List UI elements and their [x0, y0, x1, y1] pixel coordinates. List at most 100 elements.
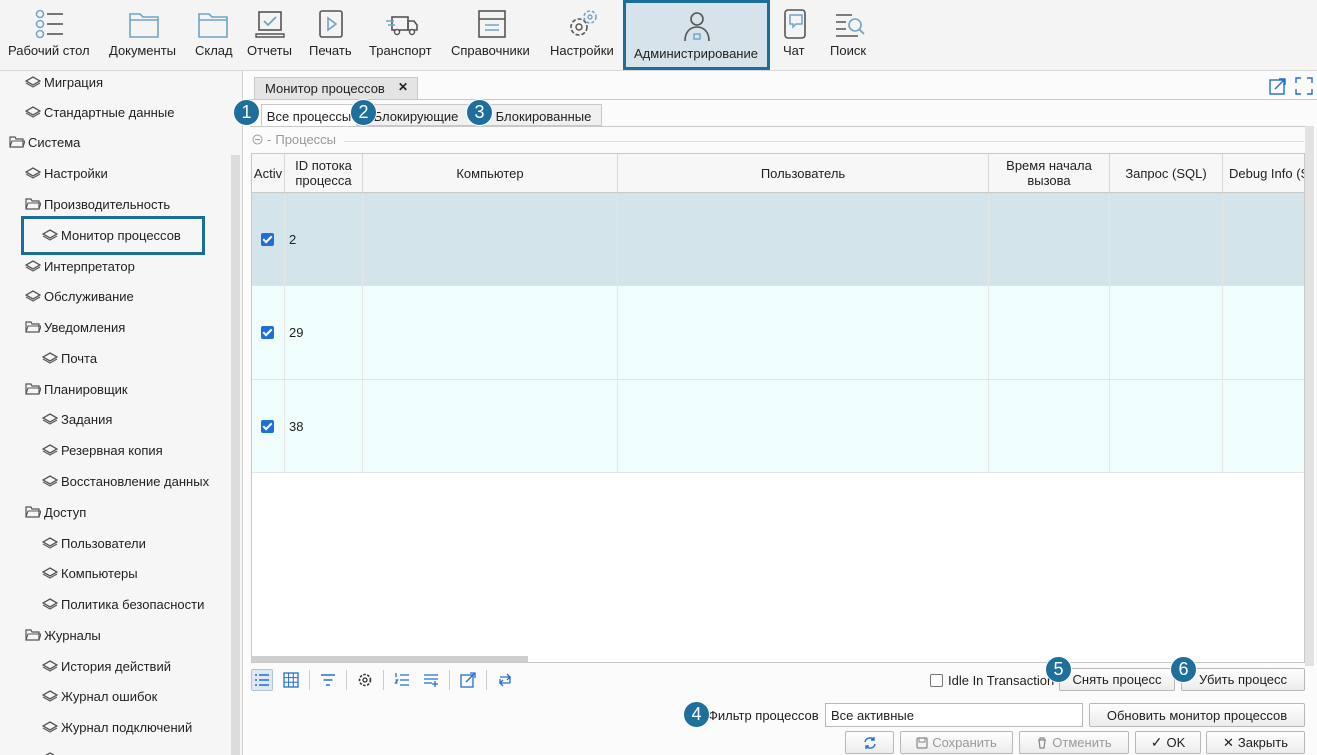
column-header-thread-id[interactable]: ID потока процесса [285, 154, 363, 193]
tree-item-data-recovery[interactable]: Восстановление данных [42, 470, 209, 492]
sidebar-scrollbar[interactable] [231, 155, 240, 755]
tab-blocked[interactable]: Блокированные [475, 104, 602, 126]
document-tab-process-monitor[interactable]: Монитор процессов ✕ [254, 77, 418, 99]
row-id-cell: 2 [285, 193, 363, 285]
toolbar-chat-button[interactable]: Чат [777, 0, 813, 70]
tree-item-process-monitor[interactable]: Монитор процессов [42, 224, 181, 246]
tree-item-migration[interactable]: Миграция [25, 71, 103, 93]
add-row-icon[interactable] [420, 669, 442, 691]
tree-folder-system[interactable]: Система [9, 131, 80, 153]
tree-item-label: Интерпретатор [44, 258, 135, 274]
toolbar-search-button[interactable]: Поиск [826, 0, 872, 70]
tree-item-label: Планировщик [44, 381, 128, 397]
tree-folder-logs[interactable]: Журналы [25, 624, 101, 646]
filter-label: Фильтр процессов [708, 708, 819, 723]
tree-folder-scheduler[interactable]: Планировщик [25, 378, 128, 400]
tree-item-tasks[interactable]: Задания [42, 408, 112, 430]
tree-item-users[interactable]: Пользователи [42, 532, 146, 554]
refresh-button[interactable] [845, 731, 894, 754]
row-active-cell[interactable] [252, 286, 285, 379]
tree-item-interpreter[interactable]: Интерпретатор [25, 255, 135, 277]
transfer-icon[interactable] [494, 669, 516, 691]
kill-process-button[interactable]: Убить процесс [1181, 668, 1305, 691]
toolbar-administration-button[interactable]: Администрирование [623, 0, 770, 70]
tree-item-error-log[interactable]: Журнал ошибок [42, 685, 157, 707]
tree-item-partial[interactable] [42, 747, 61, 755]
fullscreen-icon[interactable] [1295, 77, 1313, 95]
list-view-icon[interactable] [251, 669, 273, 691]
column-header-sql-query[interactable]: Запрос (SQL) [1110, 154, 1223, 193]
row-computer-cell [363, 193, 618, 285]
settings-gear-icon[interactable] [354, 669, 376, 691]
table-row[interactable]: 2 [252, 193, 1304, 286]
close-button[interactable]: ✕ Закрыть [1206, 731, 1305, 754]
tree-item-backup[interactable]: Резервная копия [42, 439, 163, 461]
tree-folder-performance[interactable]: Производительность [25, 193, 170, 215]
toolbar-label: Чат [783, 43, 805, 58]
table-row[interactable]: 38 [252, 380, 1304, 473]
tree-item-connection-log[interactable]: Журнал подключений [42, 716, 192, 738]
tree-item-standard-data[interactable]: Стандартные данные [25, 101, 174, 123]
row-active-cell[interactable] [252, 380, 285, 472]
grid-view-icon[interactable] [280, 669, 302, 691]
filter-icon[interactable] [317, 669, 339, 691]
undo-button[interactable]: Отменить [1019, 731, 1129, 754]
tab-all-processes[interactable]: Все процессы [261, 104, 357, 126]
export-icon[interactable] [457, 669, 479, 691]
refresh-monitor-button[interactable]: Обновить монитор процессов [1089, 703, 1305, 727]
toolbar-reports-button[interactable]: Отчеты [244, 0, 296, 70]
column-header-computer[interactable]: Компьютер [363, 154, 618, 193]
save-icon [916, 736, 928, 749]
row-active-cell[interactable] [252, 193, 285, 285]
column-header-debug-info[interactable]: Debug Info (S [1223, 154, 1304, 193]
layer-icon [42, 567, 58, 579]
row-computer-cell [363, 380, 618, 472]
collapse-icon[interactable] [252, 134, 263, 145]
toolbar-dashboard-button[interactable]: Рабочий стол [0, 0, 98, 70]
column-header-start-time[interactable]: Время начала вызова [989, 154, 1110, 193]
active-checkbox[interactable] [261, 232, 274, 246]
toolbar-transport-button[interactable]: Транспорт [366, 0, 438, 70]
numbered-list-icon[interactable] [391, 669, 413, 691]
process-filter-select[interactable]: Все активные [825, 703, 1083, 727]
toolbar-catalogs-button[interactable]: Справочники [447, 0, 537, 70]
toolbar-label: Транспорт [369, 43, 432, 58]
cancel-process-button[interactable]: Снять процесс [1059, 668, 1175, 691]
toolbar-separator [383, 670, 384, 690]
tab-label: Блокирующие [373, 109, 459, 124]
toolbar-settings-button[interactable]: Настройки [546, 0, 620, 70]
save-button[interactable]: Сохранить [900, 731, 1013, 754]
toolbar-warehouse-button[interactable]: Склад [191, 0, 235, 70]
column-header-user[interactable]: Пользователь [618, 154, 989, 193]
external-window-icon[interactable] [1269, 77, 1287, 95]
vertical-scrollbar[interactable] [1305, 126, 1314, 666]
tree-folder-notifications[interactable]: Уведомления [25, 316, 125, 338]
admin-user-icon [683, 12, 710, 42]
tree-item-mail[interactable]: Почта [42, 347, 97, 369]
active-checkbox[interactable] [261, 326, 274, 339]
toolbar-print-button[interactable]: Печать [305, 0, 357, 70]
row-user-cell [618, 193, 989, 285]
active-checkbox[interactable] [261, 419, 274, 433]
tree-item-computers[interactable]: Компьютеры [42, 562, 138, 584]
document-tab-label: Монитор процессов [265, 81, 385, 96]
close-icon: ✕ [1223, 734, 1234, 750]
tree-item-settings[interactable]: Настройки [25, 162, 108, 184]
table-row[interactable]: 29 [252, 286, 1304, 380]
tree-item-label: Политика безопасности [61, 596, 205, 612]
tree-folder-access[interactable]: Доступ [25, 501, 86, 523]
tree-item-action-history[interactable]: История действий [42, 655, 171, 677]
layer-icon [45, 752, 55, 755]
close-icon[interactable]: ✕ [398, 80, 408, 94]
tree-item-security-policy[interactable]: Политика безопасности [42, 593, 204, 615]
row-id-cell: 29 [285, 286, 363, 379]
column-header-active[interactable]: Activ [252, 154, 285, 193]
toolbar-documents-button[interactable]: Документы [105, 0, 182, 70]
group-divider [344, 141, 1304, 142]
process-table: Activ ID потока процесса Компьютер Польз… [251, 153, 1305, 663]
tree-item-maintenance[interactable]: Обслуживание [25, 285, 134, 307]
idle-checkbox[interactable] [930, 674, 943, 687]
idle-in-transaction-option[interactable]: Idle In Transaction [930, 673, 1054, 688]
horizontal-scrollbar[interactable] [252, 656, 528, 662]
ok-button[interactable]: ✓ OK [1135, 731, 1201, 754]
